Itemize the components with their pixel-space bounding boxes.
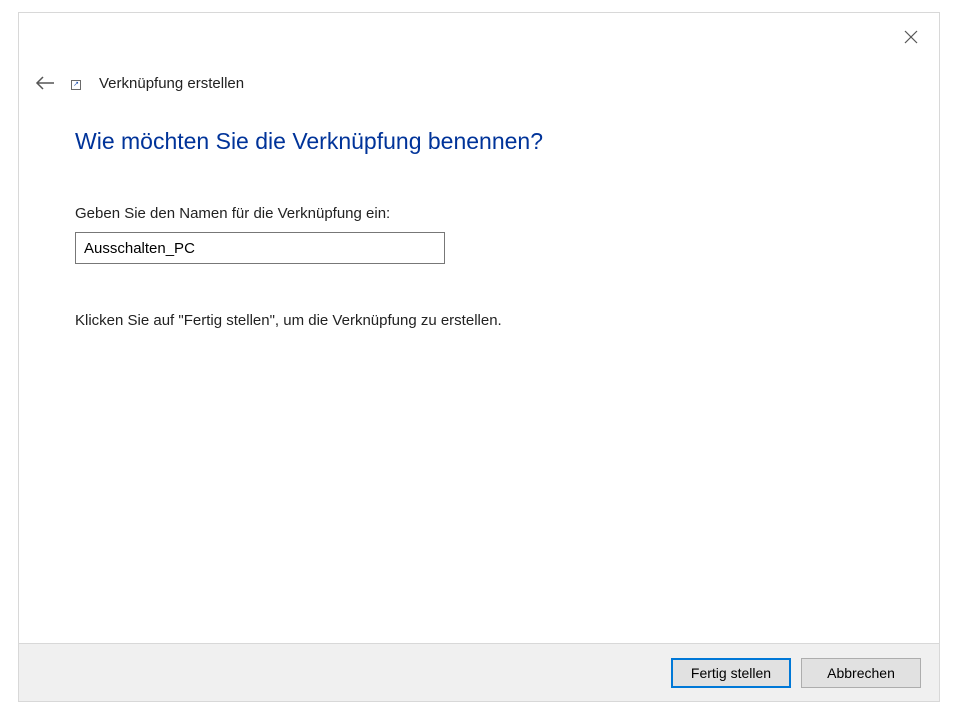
shortcut-icon: ↗ bbox=[71, 76, 85, 90]
back-arrow-icon bbox=[35, 76, 55, 90]
cancel-button[interactable]: Abbrechen bbox=[801, 658, 921, 688]
instruction-text: Klicken Sie auf "Fertig stellen", um die… bbox=[75, 312, 899, 329]
close-icon bbox=[904, 30, 918, 44]
page-heading: Wie möchten Sie die Verknüpfung benennen… bbox=[75, 128, 899, 155]
button-bar: Fertig stellen Abbrechen bbox=[19, 643, 939, 701]
dialog-content: Wie möchten Sie die Verknüpfung benennen… bbox=[75, 128, 899, 329]
shortcut-name-input[interactable] bbox=[75, 232, 445, 264]
name-field-label: Geben Sie den Namen für die Verknüpfung … bbox=[75, 205, 899, 222]
finish-button[interactable]: Fertig stellen bbox=[671, 658, 791, 688]
create-shortcut-dialog: ↗ Verknüpfung erstellen Wie möchten Sie … bbox=[18, 12, 940, 702]
dialog-header: ↗ Verknüpfung erstellen bbox=[33, 71, 244, 95]
close-button[interactable] bbox=[901, 27, 921, 47]
wizard-title: Verknüpfung erstellen bbox=[99, 75, 244, 92]
back-button[interactable] bbox=[33, 71, 57, 95]
